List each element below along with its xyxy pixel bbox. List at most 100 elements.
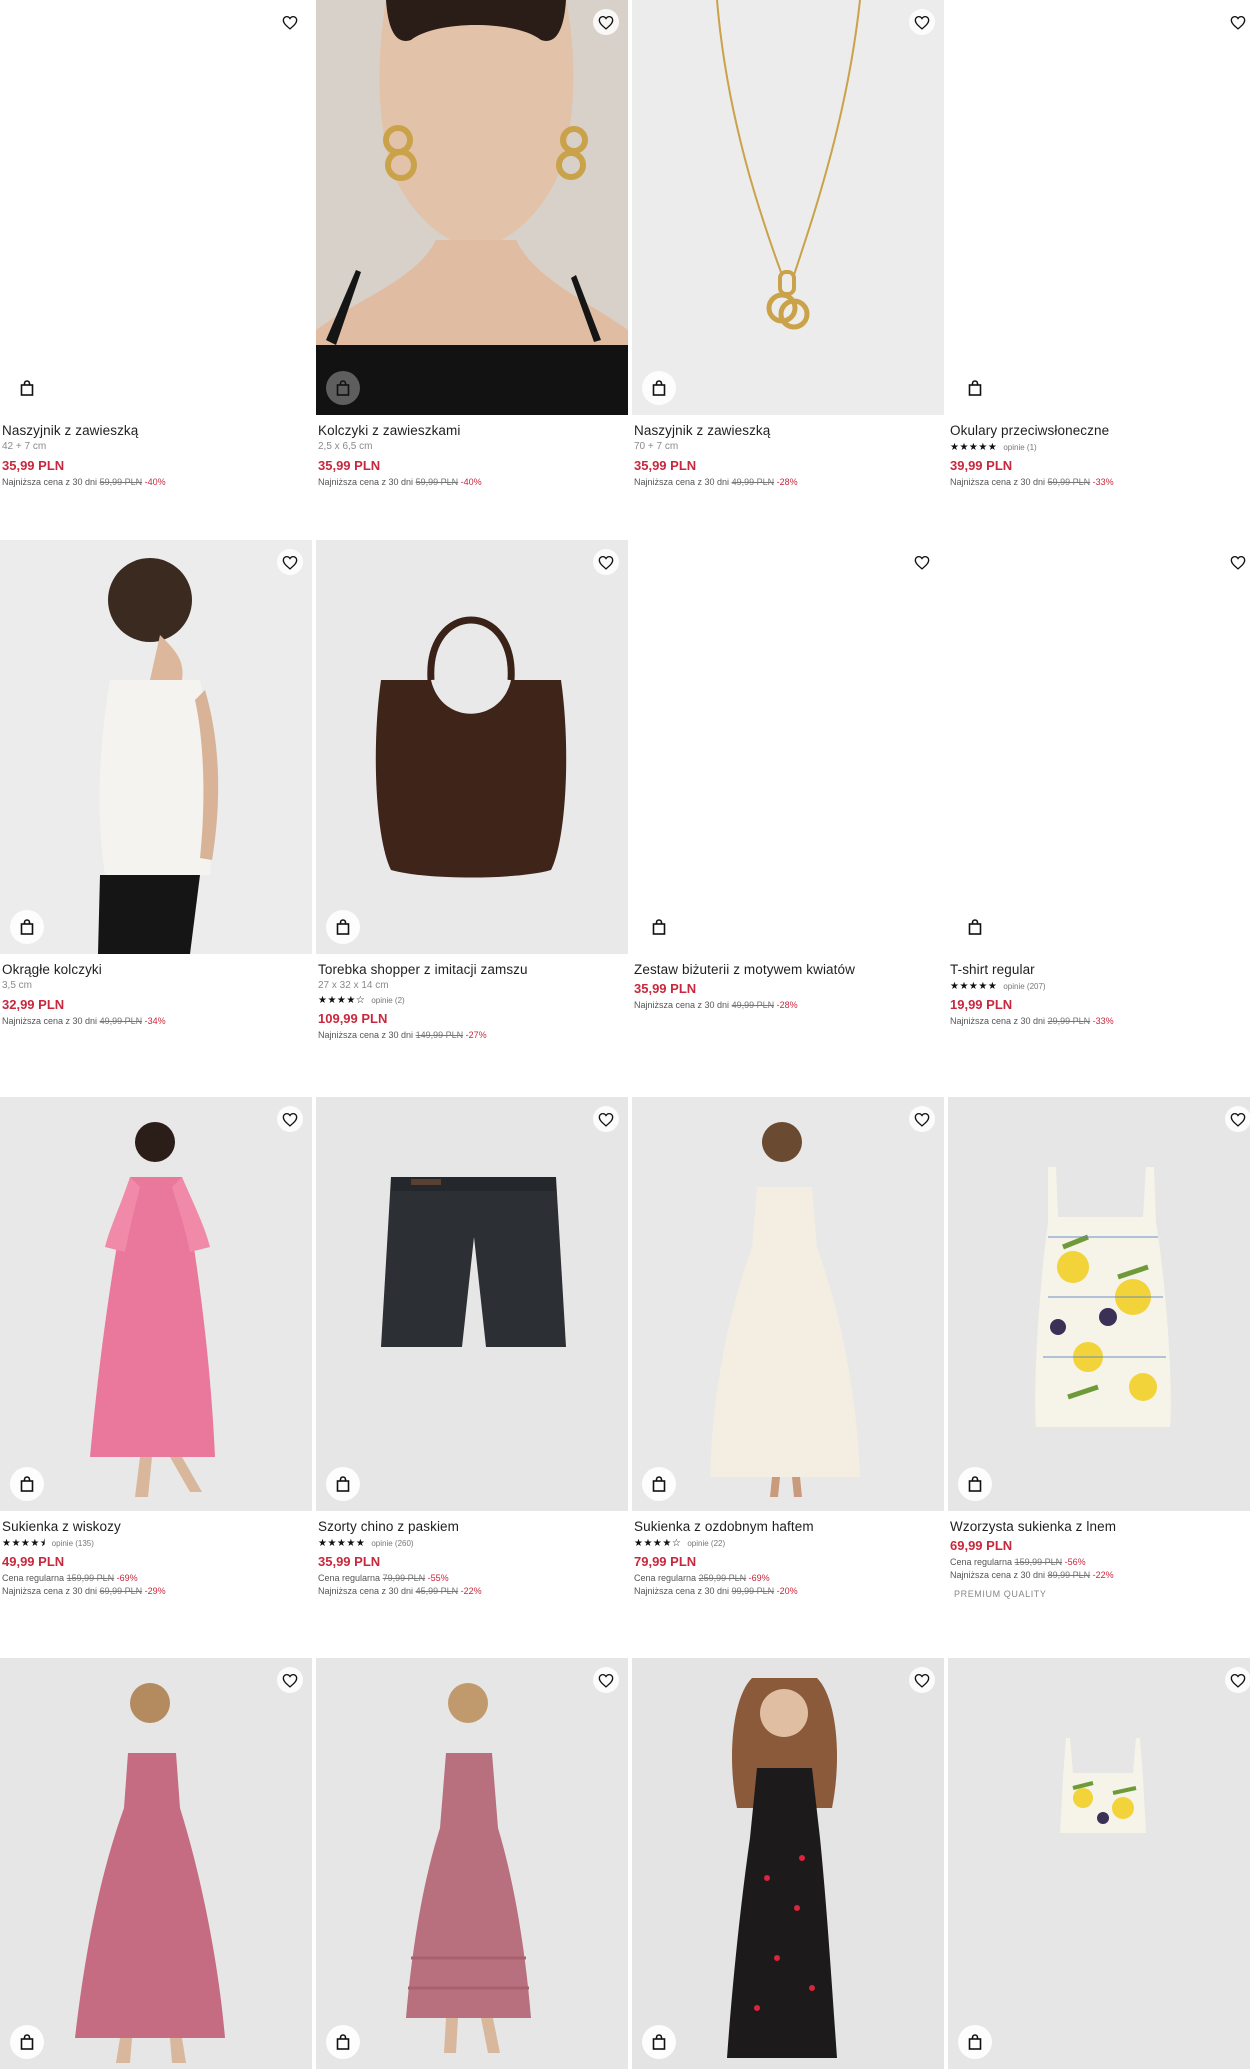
product-price: 19,99 PLN [950, 997, 1013, 1012]
shopping-bag-icon[interactable] [642, 1467, 676, 1501]
product-image[interactable] [0, 1658, 312, 2069]
review-count[interactable]: opinie (22) [687, 1539, 725, 1548]
product-card[interactable] [948, 1658, 1250, 2069]
model-pink-midi-dress-photo [75, 1683, 225, 2063]
product-image[interactable] [316, 0, 628, 415]
product-name[interactable]: Okulary przeciwsłoneczne [950, 423, 1250, 439]
product-name[interactable]: Zestaw biżuterii z motywem kwiatów [634, 962, 944, 978]
heart-outline-icon[interactable] [593, 1667, 619, 1693]
heart-outline-icon[interactable] [277, 9, 303, 35]
regular-price-label: Cena regularna [318, 1573, 381, 1583]
lowest-price-old: 149,99 PLN [415, 1030, 464, 1040]
shopping-bag-icon[interactable] [326, 910, 360, 944]
shopping-bag-icon[interactable] [958, 910, 992, 944]
lowest-price-label: Najniższa cena z 30 dni [950, 1016, 1046, 1026]
product-image[interactable] [948, 1658, 1250, 2069]
product-image[interactable] [0, 540, 312, 954]
product-card[interactable]: Okrągłe kolczyki 3,5 cm 32,99 PLN Najniż… [0, 540, 312, 1027]
heart-outline-icon[interactable] [593, 9, 619, 35]
lowest-price-label: Najniższa cena z 30 dni [950, 1570, 1046, 1580]
product-name[interactable]: Naszyjnik z zawieszką [2, 423, 312, 439]
heart-outline-icon[interactable] [909, 549, 935, 575]
shopping-bag-icon[interactable] [326, 1467, 360, 1501]
shopping-bag-icon[interactable] [10, 1467, 44, 1501]
heart-outline-icon[interactable] [277, 549, 303, 575]
heart-outline-icon[interactable] [277, 1667, 303, 1693]
product-image[interactable] [0, 1097, 312, 1511]
shopping-bag-icon[interactable] [10, 2025, 44, 2059]
shopping-bag-icon[interactable] [958, 371, 992, 405]
lowest-price-label: Najniższa cena z 30 dni [2, 477, 98, 487]
product-name[interactable]: Szorty chino z paskiem [318, 1519, 628, 1535]
lowest-price-line: Najniższa cena z 30 dni 59,99 PLN -33% [950, 476, 1250, 488]
heart-outline-icon[interactable] [1225, 1667, 1250, 1693]
product-image[interactable] [0, 0, 312, 415]
product-card[interactable]: Kolczyki z zawieszkami 2,5 x 6,5 cm 35,9… [316, 0, 628, 488]
product-price: 69,99 PLN [950, 1538, 1013, 1553]
heart-outline-icon[interactable] [1225, 1106, 1250, 1132]
product-image[interactable] [316, 1097, 628, 1511]
product-size: 2,5 x 6,5 cm [318, 441, 373, 452]
rating-stars: ★★★★★ [318, 1538, 366, 1549]
product-card[interactable]: Sukienka z wiskozy ★★★★⯨ opinie (135) 49,… [0, 1097, 312, 1597]
model-rose-tiered-dress-photo [406, 1683, 531, 2053]
review-count[interactable]: opinie (260) [371, 1539, 413, 1548]
product-name[interactable]: Sukienka z wiskozy [2, 1519, 312, 1535]
product-name[interactable]: Torebka shopper z imitacji zamszu [318, 962, 628, 978]
shopping-bag-icon[interactable] [642, 371, 676, 405]
rating-stars: ★★★★☆ [318, 995, 366, 1006]
lowest-price-line: Najniższa cena z 30 dni 99,99 PLN -20% [634, 1585, 944, 1597]
product-image[interactable] [948, 540, 1250, 954]
product-card[interactable] [316, 1658, 628, 2069]
product-size: 42 + 7 cm [2, 441, 47, 452]
product-card[interactable]: Naszyjnik z zawieszką 70 + 7 cm 35,99 PL… [632, 0, 944, 488]
heart-outline-icon[interactable] [1225, 549, 1250, 575]
lowest-price-old: 99,99 PLN [731, 1586, 775, 1596]
shopping-bag-icon[interactable] [642, 2025, 676, 2059]
product-card[interactable] [0, 1658, 312, 2069]
heart-outline-icon[interactable] [909, 9, 935, 35]
heart-outline-icon[interactable] [909, 1106, 935, 1132]
product-card[interactable]: Torebka shopper z imitacji zamszu 27 x 3… [316, 540, 628, 1041]
heart-outline-icon[interactable] [1225, 9, 1250, 35]
product-image[interactable] [632, 540, 944, 954]
regular-price-line: Cena regularna 159,99 PLN -56% [950, 1556, 1250, 1568]
heart-outline-icon[interactable] [277, 1106, 303, 1132]
product-card[interactable]: T-shirt regular ★★★★★ opinie (207) 19,99 … [948, 540, 1250, 1027]
shopping-bag-icon[interactable] [10, 910, 44, 944]
shopping-bag-icon[interactable] [642, 910, 676, 944]
shopping-bag-icon[interactable] [326, 371, 360, 405]
heart-outline-icon[interactable] [909, 1667, 935, 1693]
product-image[interactable] [316, 540, 628, 954]
review-count[interactable]: opinie (1) [1003, 443, 1036, 452]
product-image[interactable] [632, 1658, 944, 2069]
product-image[interactable] [632, 0, 944, 415]
product-card[interactable] [632, 1658, 944, 2069]
product-card[interactable]: Zestaw biżuterii z motywem kwiatów 35,99… [632, 540, 944, 1011]
shopping-bag-icon[interactable] [958, 1467, 992, 1501]
product-card[interactable]: Wzorzysta sukienka z lnem 69,99 PLN Cena… [948, 1097, 1250, 1599]
shopping-bag-icon[interactable] [958, 2025, 992, 2059]
product-name[interactable]: Kolczyki z zawieszkami [318, 423, 628, 439]
product-card[interactable]: Naszyjnik z zawieszką 42 + 7 cm 35,99 PL… [0, 0, 312, 488]
heart-outline-icon[interactable] [593, 1106, 619, 1132]
product-name[interactable]: Wzorzysta sukienka z lnem [950, 1519, 1250, 1535]
product-image[interactable] [316, 1658, 628, 2069]
product-name[interactable]: Okrągłe kolczyki [2, 962, 312, 978]
product-card[interactable]: Sukienka z ozdobnym haftem ★★★★☆ opinie (… [632, 1097, 944, 1597]
heart-outline-icon[interactable] [593, 549, 619, 575]
product-name[interactable]: Naszyjnik z zawieszką [634, 423, 944, 439]
product-name[interactable]: Sukienka z ozdobnym haftem [634, 1519, 944, 1535]
review-count[interactable]: opinie (135) [52, 1539, 94, 1548]
product-card[interactable]: Okulary przeciwsłoneczne ★★★★★ opinie (1)… [948, 0, 1250, 488]
product-card[interactable]: Szorty chino z paskiem ★★★★★ opinie (260)… [316, 1097, 628, 1597]
product-image[interactable] [948, 0, 1250, 415]
product-name[interactable]: T-shirt regular [950, 962, 1250, 978]
product-rating: ★★★★☆ opinie (2) [318, 995, 628, 1006]
product-image[interactable] [948, 1097, 1250, 1511]
product-image[interactable] [632, 1097, 944, 1511]
shopping-bag-icon[interactable] [326, 2025, 360, 2059]
review-count[interactable]: opinie (207) [1003, 982, 1045, 991]
review-count[interactable]: opinie (2) [371, 996, 404, 1005]
shopping-bag-icon[interactable] [10, 371, 44, 405]
